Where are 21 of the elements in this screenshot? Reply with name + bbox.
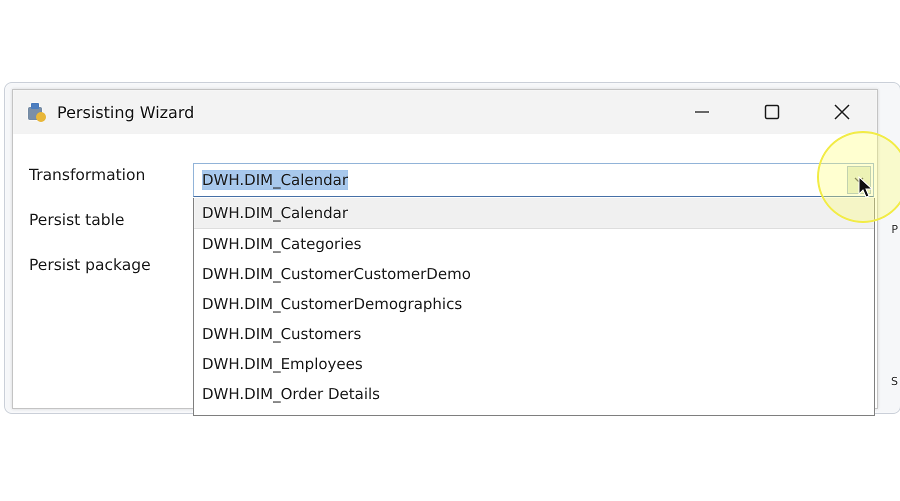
- window-title: Persisting Wizard: [57, 102, 194, 122]
- dropdown-option[interactable]: DWH.DIM_Employees: [194, 349, 874, 379]
- field-label: Transformation: [29, 165, 146, 186]
- field-label: Persist package: [29, 255, 151, 276]
- minimize-icon: [694, 111, 710, 113]
- dropdown-value: DWH.DIM_Calendar: [202, 170, 348, 190]
- cut-off-text: S: [891, 375, 898, 388]
- field-label: Persist table: [29, 210, 124, 231]
- maximize-icon: [764, 104, 780, 120]
- cut-off-text: P: [891, 223, 898, 236]
- dropdown-option[interactable]: DWH.DIM_CustomerCustomerDemo: [194, 259, 874, 289]
- dropdown-field[interactable]: DWH.DIM_Calendar: [193, 163, 874, 197]
- dropdown-option[interactable]: DWH.DIM_Categories: [194, 229, 874, 259]
- close-icon: [834, 104, 850, 120]
- cursor-icon: [858, 176, 872, 198]
- dropdown-option[interactable]: DWH.DIM_CustomerDemographics: [194, 289, 874, 319]
- app-icon: [25, 101, 47, 123]
- dropdown-option[interactable]: DWH.DIM_Calendar: [194, 198, 874, 229]
- dropdown-option[interactable]: DWH.DIM_Order Details: [194, 379, 874, 409]
- dropdown-option[interactable]: DWH.DIM_Customers: [194, 319, 874, 349]
- chevron-down-icon: [854, 177, 864, 183]
